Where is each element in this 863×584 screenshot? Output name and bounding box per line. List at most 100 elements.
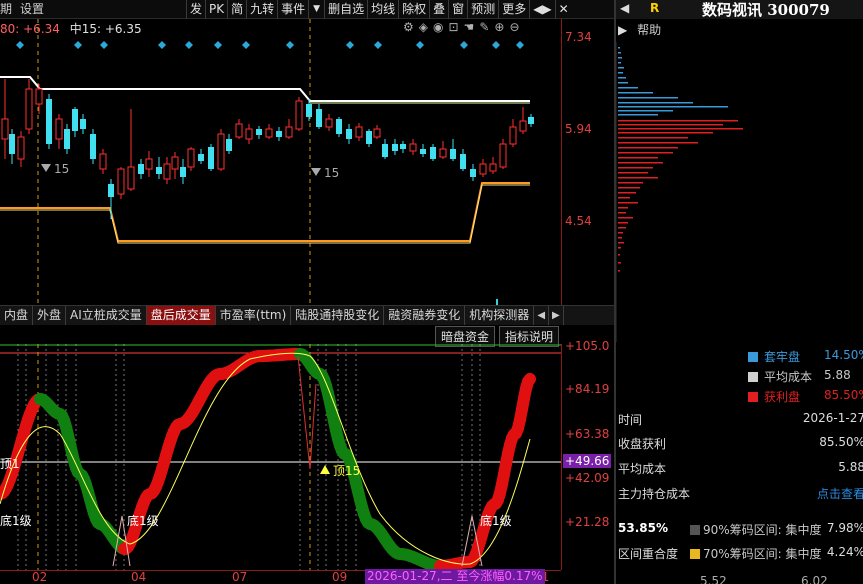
chip-distribution-panel: ◀ R 数码视讯 300079 ▶ 帮助 套牢盘14.50% 平均成本5.88 … bbox=[614, 0, 863, 584]
candle bbox=[276, 127, 282, 141]
candle bbox=[108, 179, 114, 219]
indicator-chart[interactable]: 顶1 底1级 底1级 顶15 底1级 bbox=[0, 344, 561, 570]
candle bbox=[489, 157, 497, 174]
menu-exright[interactable]: 除权 bbox=[398, 0, 429, 19]
chip-bar bbox=[618, 262, 621, 264]
price-label-mid: 5.94 bbox=[565, 122, 592, 136]
menu-settings[interactable]: 设置 bbox=[20, 1, 44, 18]
chip-bar bbox=[618, 47, 620, 49]
menu-more[interactable]: 更多 bbox=[498, 0, 529, 19]
candle bbox=[163, 157, 171, 184]
candle bbox=[256, 126, 262, 139]
menu-fa[interactable]: 发 bbox=[186, 0, 205, 19]
tab-pe-ttm[interactable]: 市盈率(ttm) bbox=[216, 306, 292, 325]
candle bbox=[499, 139, 507, 169]
menu-jian[interactable]: 简 bbox=[227, 0, 246, 19]
candle bbox=[208, 144, 214, 171]
indicator-axis: +105.0 +84.19 +63.38 +49.66 +42.09 +21.2… bbox=[561, 339, 614, 570]
diamond-marker bbox=[16, 41, 24, 49]
help-icon[interactable]: ▶ bbox=[618, 23, 627, 37]
menu-events[interactable]: 事件 bbox=[277, 0, 308, 19]
toggle-panel-icon[interactable]: ◀▶ bbox=[529, 0, 554, 19]
back-icon[interactable]: ◀ bbox=[620, 1, 629, 15]
diamond-marker bbox=[516, 41, 524, 49]
top-menu-bar: 期 设置 发 PK 简 九转 事件 ▼ 删自选 均线 除权 叠 窗 预测 更多 … bbox=[0, 0, 614, 19]
dropdown-icon[interactable]: ▼ bbox=[308, 0, 324, 19]
info-time: 时间 2026-1-27 bbox=[618, 411, 863, 427]
menu-period[interactable]: 期 bbox=[0, 1, 12, 18]
chip-bar bbox=[618, 202, 638, 204]
menu-jiuzhuan[interactable]: 九转 bbox=[246, 0, 277, 19]
chip-bar bbox=[618, 237, 622, 239]
price-label-high: 7.34 bbox=[565, 30, 592, 44]
help-label[interactable]: 帮助 bbox=[637, 23, 661, 37]
tab-after-hours-volume[interactable]: 盘后成交量 bbox=[146, 306, 216, 325]
dotted-verticals bbox=[17, 344, 481, 570]
candle bbox=[373, 125, 381, 139]
tab-northbound[interactable]: 陆股通持股变化 bbox=[291, 306, 385, 325]
chip-bar bbox=[618, 142, 698, 144]
panel-header: ◀ R 数码视讯 300079 bbox=[616, 0, 863, 19]
chip-bar bbox=[618, 192, 636, 194]
chip-bar bbox=[618, 217, 633, 219]
candle bbox=[198, 149, 204, 164]
menu-remove-watchlist[interactable]: 删自选 bbox=[324, 0, 367, 19]
chip-bar bbox=[618, 52, 621, 54]
price-label-low: 4.54 bbox=[565, 214, 592, 228]
candle bbox=[392, 139, 398, 155]
candle bbox=[509, 119, 517, 147]
legend-swatch bbox=[748, 392, 758, 402]
legend-profit: 获利盘85.50% bbox=[748, 388, 863, 405]
left-menu: 期 设置 bbox=[0, 1, 44, 18]
diamond-marker bbox=[416, 41, 424, 49]
candle bbox=[450, 139, 456, 161]
menu-window[interactable]: 窗 bbox=[448, 0, 467, 19]
date-label-09: 09 bbox=[332, 570, 348, 584]
candle bbox=[17, 131, 25, 167]
tab-ai-volume[interactable]: AI立桩成交量 bbox=[66, 306, 147, 325]
diamond-marker bbox=[346, 41, 354, 49]
candle bbox=[226, 134, 232, 154]
tab-outer[interactable]: 外盘 bbox=[33, 306, 67, 325]
diamond-marker bbox=[492, 41, 500, 49]
ind-axis-highlight: +49.66 bbox=[563, 454, 612, 468]
ind-axis-21: +21.28 bbox=[565, 515, 610, 529]
candle bbox=[187, 147, 195, 171]
diamond-marker bbox=[214, 41, 222, 49]
tab-institution[interactable]: 机构探测器 bbox=[465, 306, 535, 325]
menu-ma[interactable]: 均线 bbox=[367, 0, 398, 19]
chip-bar bbox=[618, 254, 620, 256]
candle bbox=[25, 79, 33, 134]
tab-next-icon[interactable]: ▶ bbox=[549, 306, 564, 325]
candlestick-chart[interactable]: 15 15 bbox=[0, 19, 561, 305]
tab-prev-icon[interactable]: ◀ bbox=[534, 306, 550, 325]
chip-bar bbox=[618, 232, 623, 234]
candle bbox=[171, 152, 179, 179]
candle bbox=[138, 159, 144, 179]
r-badge[interactable]: R bbox=[650, 1, 659, 15]
tab-inner[interactable]: 内盘 bbox=[0, 306, 34, 325]
diamond-marker bbox=[242, 41, 250, 49]
candle bbox=[430, 144, 436, 161]
menu-overlay[interactable]: 叠 bbox=[429, 0, 448, 19]
tab-margin[interactable]: 融资融券变化 bbox=[384, 306, 466, 325]
candle bbox=[528, 114, 534, 127]
candle bbox=[180, 159, 186, 184]
candle bbox=[355, 123, 363, 141]
candle bbox=[420, 144, 426, 157]
menu-pk[interactable]: PK bbox=[205, 0, 227, 19]
sell-marker-2: 15 bbox=[311, 166, 339, 180]
thick-ribbon bbox=[0, 348, 536, 570]
annotation-bottom-1: 底1级 bbox=[0, 513, 32, 528]
chip-bar bbox=[618, 270, 620, 272]
marker-label-1: 15 bbox=[54, 162, 69, 176]
candle bbox=[265, 124, 273, 139]
chip-bar bbox=[618, 97, 678, 99]
chip-bar bbox=[618, 172, 648, 174]
stock-title: 数码视讯 300079 bbox=[702, 1, 830, 19]
resistance-line bbox=[0, 76, 530, 104]
close-icon[interactable]: ✕ bbox=[554, 0, 572, 19]
menu-forecast[interactable]: 预测 bbox=[467, 0, 498, 19]
ribbon-segment bbox=[522, 373, 536, 388]
chip-bar bbox=[618, 212, 626, 214]
